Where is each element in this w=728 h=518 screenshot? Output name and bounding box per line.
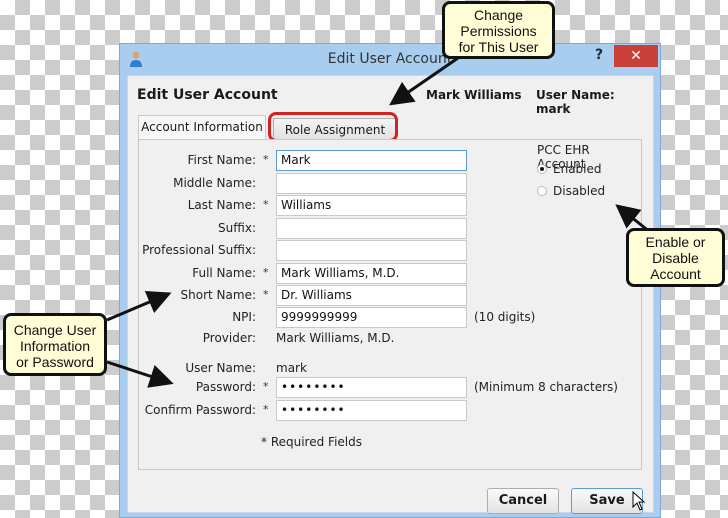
- required-fields-note: * Required Fields: [261, 435, 362, 449]
- professional-suffix-label: Professional Suffix:: [142, 243, 256, 257]
- user-name-label: User Name:: [185, 361, 256, 375]
- first-name-label: First Name:: [187, 153, 256, 167]
- dialog-body: Edit User Account Mark Williams User Nam…: [127, 75, 654, 514]
- last-name-label: Last Name:: [187, 198, 256, 212]
- callout-enable-disable: Enable or Disable Account: [626, 228, 725, 287]
- callout-line: or Password: [16, 354, 94, 370]
- short-name-input[interactable]: Dr. Williams: [276, 285, 467, 306]
- required-marker: *: [263, 153, 269, 166]
- callout-change-permissions: Change Permissions for This User: [442, 1, 555, 59]
- required-marker: *: [263, 380, 269, 393]
- callout-line: Permissions: [460, 23, 537, 39]
- confirm-password-label: Confirm Password:: [144, 403, 256, 417]
- callout-line: Disable: [652, 250, 699, 266]
- user-name-value: mark: [276, 361, 307, 375]
- account-information-panel: First Name: * Mark Middle Name: Last Nam…: [138, 139, 642, 470]
- user-full-name: Mark Williams: [426, 88, 522, 102]
- password-label: Password:: [195, 380, 256, 394]
- first-name-input[interactable]: Mark: [276, 150, 467, 171]
- mouse-cursor-icon: [632, 491, 646, 511]
- tab-role-assignment[interactable]: Role Assignment: [273, 118, 397, 140]
- password-input[interactable]: ••••••••: [276, 377, 467, 398]
- callout-line: Enable or: [645, 234, 706, 250]
- user-name-display: User Name: mark: [536, 88, 615, 116]
- page-title: Edit User Account: [137, 87, 278, 103]
- provider-label: Provider:: [202, 331, 256, 345]
- callout-line: Change: [473, 7, 524, 23]
- tab-account-information[interactable]: Account Information: [138, 115, 266, 140]
- full-name-label: Full Name:: [192, 266, 256, 280]
- full-name-input[interactable]: Mark Williams, M.D.: [276, 263, 467, 284]
- cancel-button[interactable]: Cancel: [487, 488, 559, 514]
- title-bar[interactable]: Edit User Account ? ✕: [120, 44, 660, 74]
- callout-line: Information: [19, 338, 91, 354]
- middle-name-input[interactable]: [276, 173, 467, 194]
- callout-line: Account: [650, 266, 701, 282]
- required-marker: *: [263, 288, 269, 301]
- callout-line: Change User: [13, 322, 97, 338]
- window-title: Edit User Account: [327, 51, 453, 67]
- required-marker: *: [263, 403, 269, 416]
- help-button[interactable]: ?: [592, 47, 606, 67]
- required-marker: *: [263, 198, 269, 211]
- middle-name-label: Middle Name:: [173, 176, 256, 190]
- radio-unselected-icon[interactable]: [537, 185, 547, 196]
- npi-input[interactable]: 9999999999: [276, 307, 467, 328]
- callout-line: for This User: [458, 39, 539, 55]
- radio-enabled[interactable]: Enabled: [537, 162, 602, 176]
- callout-change-user-info: Change User Information or Password: [3, 313, 107, 376]
- professional-suffix-input[interactable]: [276, 240, 467, 261]
- provider-value: Mark Williams, M.D.: [276, 331, 395, 345]
- password-hint: (Minimum 8 characters): [474, 380, 618, 394]
- npi-hint: (10 digits): [474, 310, 536, 324]
- npi-label: NPI:: [232, 310, 256, 324]
- radio-disabled-label: Disabled: [553, 184, 606, 198]
- radio-enabled-label: Enabled: [553, 162, 602, 176]
- suffix-label: Suffix:: [218, 221, 256, 235]
- close-icon: ✕: [630, 48, 642, 64]
- suffix-input[interactable]: [276, 218, 467, 239]
- confirm-password-input[interactable]: ••••••••: [276, 400, 467, 421]
- radio-disabled[interactable]: Disabled: [537, 184, 605, 198]
- edit-user-account-window: Edit User Account ? ✕ Edit User Account …: [119, 43, 661, 518]
- last-name-input[interactable]: Williams: [276, 195, 467, 216]
- radio-selected-icon[interactable]: [537, 163, 547, 174]
- close-button[interactable]: ✕: [614, 45, 658, 67]
- short-name-label: Short Name:: [180, 288, 256, 302]
- required-marker: *: [263, 266, 269, 279]
